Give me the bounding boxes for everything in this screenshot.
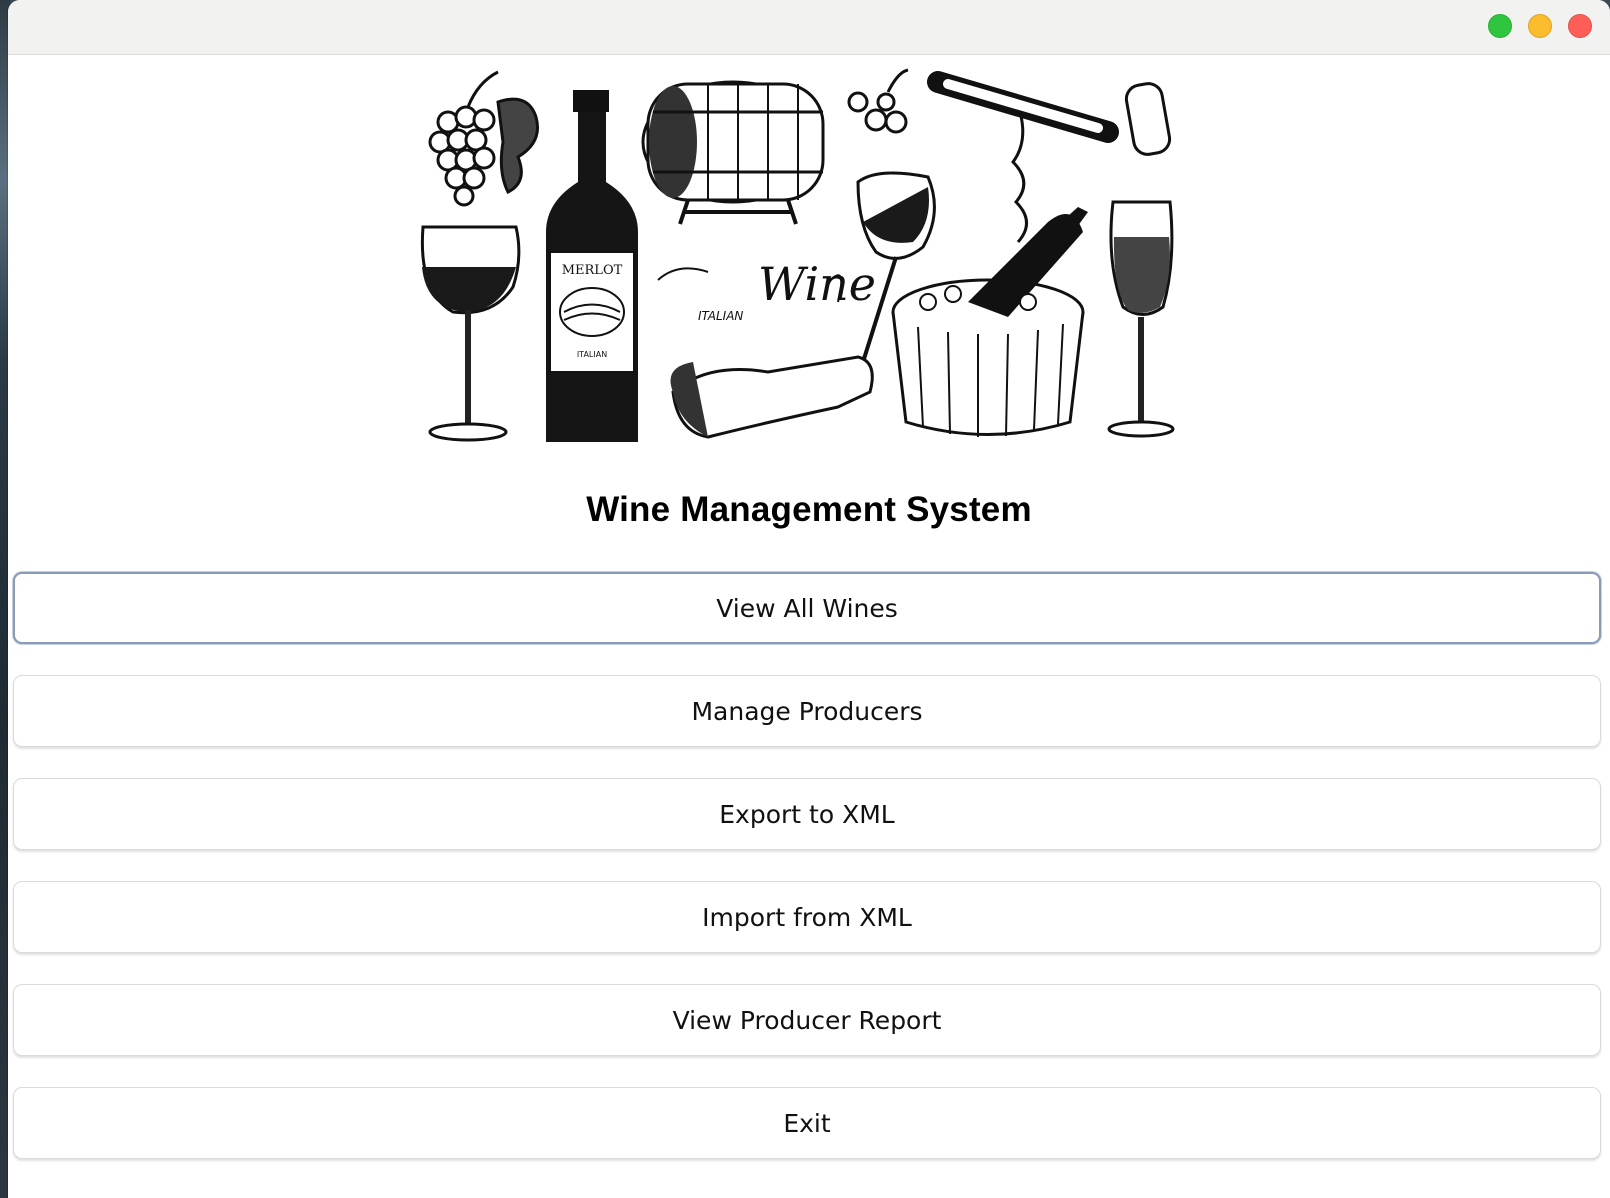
manage-producers-label: Manage Producers	[691, 696, 923, 726]
champagne-flute-icon	[1107, 200, 1175, 438]
wine-bottle-icon: MERLOT ITALIAN	[546, 90, 638, 442]
view-all-wines-button[interactable]: View All Wines	[13, 572, 1601, 644]
exit-label: Exit	[783, 1108, 831, 1138]
export-to-xml-button[interactable]: Export to XML	[13, 778, 1601, 850]
script-italian-text: ITALIAN	[698, 309, 743, 323]
wine-glass-icon	[420, 225, 521, 442]
cork-icon	[1124, 82, 1172, 156]
title-bar	[8, 0, 1610, 55]
bottle-label-text: MERLOT	[562, 263, 623, 278]
wine-illustration-banner: MERLOT ITALIAN Wine ITALIAN	[420, 68, 1175, 442]
manage-producers-button[interactable]: Manage Producers	[13, 675, 1601, 747]
minimize-button[interactable]	[1528, 14, 1552, 38]
view-producer-report-label: View Producer Report	[672, 1005, 942, 1035]
import-from-xml-button[interactable]: Import from XML	[13, 881, 1601, 953]
barrel-icon	[641, 80, 825, 225]
wine-script-logo: Wine ITALIAN	[657, 257, 876, 323]
exit-button[interactable]: Exit	[13, 1087, 1601, 1159]
view-producer-report-button[interactable]: View Producer Report	[13, 984, 1601, 1056]
small-grapes-icon	[847, 68, 909, 134]
script-wine-text: Wine	[758, 257, 876, 311]
bottle-sublabel-text: ITALIAN	[577, 350, 607, 359]
app-window: MERLOT ITALIAN Wine ITALIAN Wine Managem…	[8, 0, 1610, 1198]
close-button[interactable]	[1568, 14, 1592, 38]
view-all-wines-label: View All Wines	[716, 593, 898, 623]
import-from-xml-label: Import from XML	[702, 902, 912, 932]
export-to-xml-label: Export to XML	[719, 799, 895, 829]
maximize-button[interactable]	[1488, 14, 1512, 38]
grapes-icon	[428, 70, 539, 207]
app-title: Wine Management System	[586, 490, 1032, 529]
